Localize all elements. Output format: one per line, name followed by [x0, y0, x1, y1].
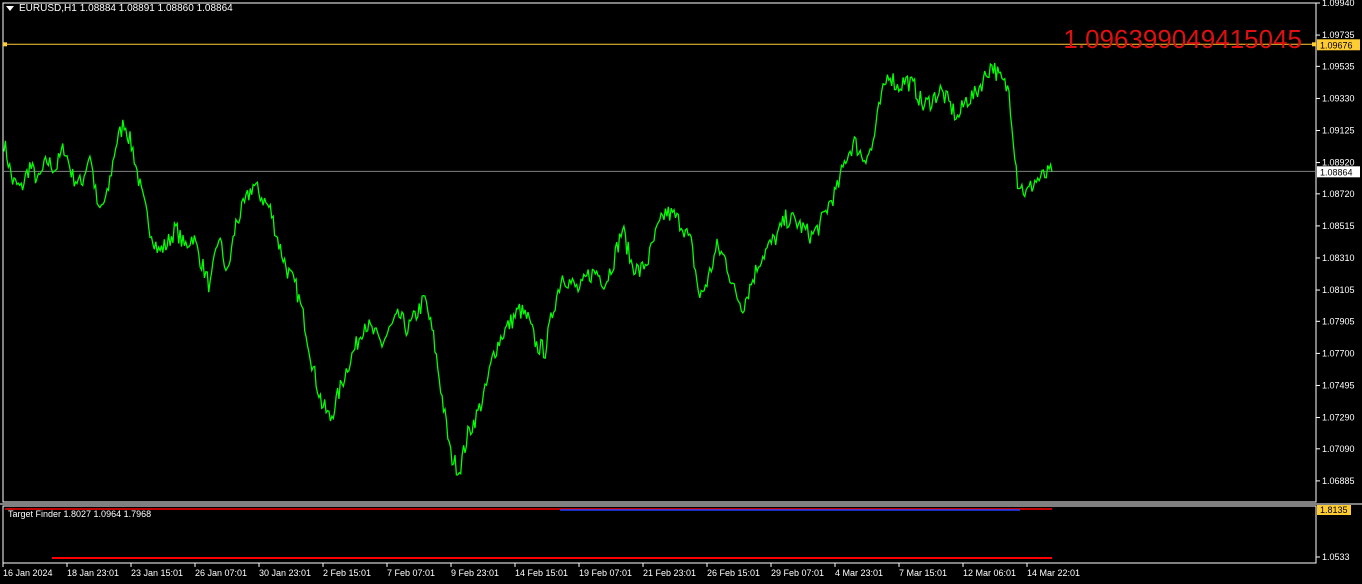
price-tick-label: 1.07495 [1322, 380, 1355, 390]
time-tick-label: 12 Mar 06:01 [963, 568, 1016, 578]
price-tick-label: 1.08515 [1322, 221, 1355, 231]
price-tick-label: 1.09535 [1322, 61, 1355, 71]
time-tick-label: 14 Mar 22:01 [1027, 568, 1080, 578]
time-tick-label: 21 Feb 23:01 [643, 568, 696, 578]
time-tick-label: 14 Feb 15:01 [515, 568, 568, 578]
price-tick-label: 1.08920 [1322, 158, 1355, 168]
time-tick-label: 4 Mar 23:01 [835, 568, 883, 578]
price-chart[interactable]: 1.09940 1.09735 1.09535 1.09330 1.09125 1.089… [0, 0, 1362, 584]
time-tick-label: 26 Jan 07:01 [195, 568, 247, 578]
price-tick-label: 1.09940 [1322, 0, 1355, 8]
price-series-line [3, 62, 1053, 476]
price-tick-label: 1.09330 [1322, 93, 1355, 103]
target-price-label: 1.09676 [1320, 40, 1353, 50]
time-tick-label: 23 Jan 15:01 [131, 568, 183, 578]
time-tick-label: 30 Jan 23:01 [259, 568, 311, 578]
price-tick-label: 1.09125 [1322, 125, 1355, 135]
dropdown-arrow-icon[interactable] [6, 6, 14, 11]
main-plot-frame [2, 2, 1317, 503]
bid-price-label: 1.08864 [1320, 167, 1353, 177]
time-tick-label: 26 Feb 15:01 [707, 568, 760, 578]
indicator-frame [2, 505, 1317, 564]
symbol-header: EURUSD,H1 1.08884 1.08891 1.08860 1.0886… [6, 3, 233, 14]
time-tick-label: 7 Feb 07:01 [387, 568, 435, 578]
time-tick-label: 2 Feb 15:01 [323, 568, 371, 578]
price-tick-label: 1.07090 [1322, 444, 1355, 454]
indicator-header: Target Finder 1.8027 1.0964 1.7968 [8, 509, 152, 519]
time-tick-label: 19 Feb 07:01 [579, 568, 632, 578]
ohlc-values: 1.08884 1.08891 1.08860 1.08864 [79, 3, 233, 14]
time-tick-label: 7 Mar 15:01 [899, 568, 947, 578]
price-tick-label: 1.08105 [1322, 285, 1355, 295]
target-line-handle-left[interactable] [3, 42, 7, 47]
time-tick-label: 16 Jan 2024 [3, 568, 53, 578]
indicator-top-label: 1.8135 [1320, 505, 1348, 515]
symbol-timeframe: EURUSD,H1 [19, 3, 77, 14]
price-tick-label: 1.07905 [1322, 316, 1355, 326]
price-tick-label: 1.09735 [1322, 30, 1355, 40]
price-tick-label: 1.07700 [1322, 348, 1355, 358]
price-tick-label: 1.06885 [1322, 476, 1355, 486]
time-tick-label: 29 Feb 07:01 [771, 568, 824, 578]
price-tick-label: 1.08720 [1322, 189, 1355, 199]
price-annotation: 1.096399049415045 [1063, 24, 1302, 54]
indicator-bottom-label: 1.0533 [1322, 552, 1350, 562]
time-tick-label: 18 Jan 23:01 [67, 568, 119, 578]
price-tick-label: 1.08310 [1322, 253, 1355, 263]
target-line-handle-right[interactable] [1312, 42, 1316, 47]
time-tick-label: 9 Feb 23:01 [451, 568, 499, 578]
price-tick-label: 1.07290 [1322, 413, 1355, 423]
